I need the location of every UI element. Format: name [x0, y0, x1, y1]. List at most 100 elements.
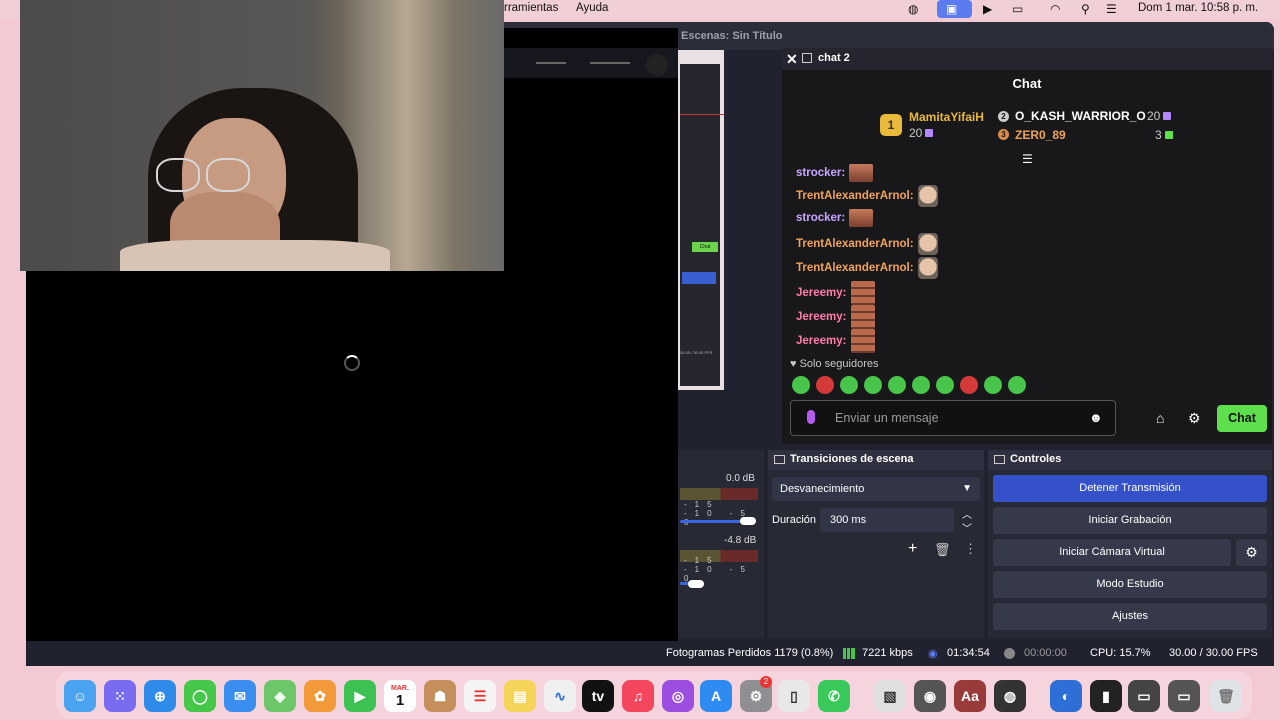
- obs-icon[interactable]: ◍: [994, 680, 1026, 712]
- screen-record-icon[interactable]: ▣: [946, 2, 957, 16]
- iphone-mirroring-icon[interactable]: ▯: [778, 680, 810, 712]
- folder-stack-icon[interactable]: ▮: [1090, 680, 1122, 712]
- chat-username[interactable]: Jereemy:: [796, 311, 847, 323]
- downloads-globe-icon[interactable]: ◐: [1050, 680, 1082, 712]
- launchpad-icon[interactable]: ⁙: [104, 680, 136, 712]
- stop-streaming-button[interactable]: Detener Transmisión: [993, 475, 1267, 502]
- leader-second-name[interactable]: O_KASH_WARRIOR_O: [1015, 109, 1146, 123]
- microphone-icon[interactable]: [807, 410, 815, 424]
- chat-message: Jereemy:: [796, 305, 875, 329]
- toolbar-avatar[interactable]: [646, 54, 668, 76]
- trash-icon[interactable]: 🗑: [1210, 680, 1242, 712]
- facetime-icon[interactable]: ▶: [344, 680, 376, 712]
- chat-username[interactable]: Jereemy:: [796, 335, 847, 347]
- control-center-icon[interactable]: ☰: [1106, 2, 1117, 16]
- battery-icon[interactable]: ▭: [1012, 2, 1023, 16]
- reminders-icon[interactable]: ☰: [464, 680, 496, 712]
- stream-icon: ◉: [928, 648, 938, 660]
- chat-input-box[interactable]: Enviar un mensaje ☻: [790, 400, 1116, 436]
- emote-icon[interactable]: [816, 376, 834, 394]
- freeform-icon[interactable]: ∿: [544, 680, 576, 712]
- more-icon[interactable]: ⋮: [964, 541, 977, 557]
- emote-icon[interactable]: [912, 376, 930, 394]
- emote-icon[interactable]: [888, 376, 906, 394]
- store-icon[interactable]: ⌂: [1156, 410, 1164, 426]
- app-store-icon[interactable]: A: [700, 680, 732, 712]
- screen-capture-icon[interactable]: ◉: [914, 680, 946, 712]
- mail-icon[interactable]: ✉: [224, 680, 256, 712]
- screenshot-stack-icon[interactable]: ▭: [1168, 680, 1200, 712]
- leader-first-name[interactable]: MamitaYifaiH: [909, 110, 984, 124]
- wifi-icon[interactable]: ◠: [1050, 2, 1060, 16]
- music-icon[interactable]: ♫: [622, 680, 654, 712]
- duration-label: Duración: [772, 514, 817, 526]
- chat-input-placeholder[interactable]: Enviar un mensaje: [835, 411, 939, 425]
- chat-username[interactable]: strocker:: [796, 212, 845, 224]
- audio-level-1: 0.0 dB: [726, 473, 755, 484]
- emote-icon[interactable]: [1008, 376, 1026, 394]
- safari-icon[interactable]: ⊕: [144, 680, 176, 712]
- emote-icon[interactable]: [960, 376, 978, 394]
- chat-username[interactable]: Jereemy:: [796, 287, 847, 299]
- gear-icon[interactable]: ⚙: [1236, 539, 1267, 566]
- studio-mode-button[interactable]: Modo Estudio: [993, 571, 1267, 598]
- messages-icon[interactable]: ◯: [184, 680, 216, 712]
- podcasts-icon[interactable]: ◎: [662, 680, 694, 712]
- emote-icon[interactable]: [936, 376, 954, 394]
- settings-button[interactable]: Ajustes: [993, 603, 1267, 630]
- chat-username[interactable]: TrentAlexanderArnol:: [796, 238, 914, 250]
- preview-icon[interactable]: ▧: [874, 680, 906, 712]
- emote-icon: [849, 209, 874, 227]
- volume-knob-1[interactable]: [740, 517, 756, 525]
- window-title: Escenas: Sin Título: [681, 30, 783, 42]
- popout-icon[interactable]: [802, 53, 812, 63]
- contacts-icon[interactable]: ☗: [424, 680, 456, 712]
- transition-select[interactable]: Desvanecimiento ▼: [772, 477, 980, 501]
- audio-ticks-2: -15 -10 -5 0: [684, 556, 753, 583]
- whatsapp-icon[interactable]: ✆: [818, 680, 850, 712]
- menu-ayuda[interactable]: Ayuda: [576, 2, 608, 14]
- calendar-icon[interactable]: MAR. 1: [384, 680, 416, 712]
- apple-tv-icon[interactable]: tv: [582, 680, 614, 712]
- volume-knob-2[interactable]: [688, 580, 704, 588]
- emote-icon[interactable]: [792, 376, 810, 394]
- emote-icon: [850, 329, 875, 353]
- menu-herramientas[interactable]: rramientas: [504, 2, 558, 14]
- notes-icon[interactable]: ▤: [504, 680, 536, 712]
- emote-face-icon: [917, 233, 938, 255]
- chevron-down-icon[interactable]: ﹀: [962, 520, 972, 535]
- chevron-up-icon[interactable]: ︿: [962, 506, 972, 521]
- add-icon[interactable]: +: [908, 540, 917, 558]
- duration-input[interactable]: 300 ms: [820, 508, 954, 532]
- stream-time: 01:34:54: [947, 647, 990, 659]
- chat-username[interactable]: TrentAlexanderArnol:: [796, 262, 914, 274]
- nested-chat-button: Chat: [692, 242, 718, 252]
- expand-leaderboard-icon[interactable]: ☰: [1022, 152, 1033, 166]
- chat-send-button[interactable]: Chat: [1217, 405, 1267, 432]
- trash-icon[interactable]: 🗑: [934, 542, 951, 558]
- emoji-icon[interactable]: ☻: [1089, 410, 1103, 425]
- menu-clock[interactable]: Dom 1 mar. 10:58 p. m.: [1138, 2, 1258, 14]
- creative-cloud-icon[interactable]: ◍: [908, 2, 918, 16]
- chat-username[interactable]: strocker:: [796, 167, 845, 179]
- rank-2-icon: 2: [998, 111, 1009, 122]
- start-virtual-camera-button[interactable]: Iniciar Cámara Virtual: [993, 539, 1231, 566]
- chevron-down-icon: ▼: [962, 483, 972, 494]
- photos-icon[interactable]: ✿: [304, 680, 336, 712]
- leader-third-name[interactable]: ZER0_89: [1015, 128, 1066, 142]
- emote-icon[interactable]: [984, 376, 1002, 394]
- dictionary-icon[interactable]: Aa: [954, 680, 986, 712]
- emote-icon[interactable]: [864, 376, 882, 394]
- gear-icon[interactable]: ⚙: [1188, 410, 1201, 427]
- finder-icon[interactable]: ☺: [64, 680, 96, 712]
- maps-icon[interactable]: ◈: [264, 680, 296, 712]
- screenshot-stack-icon[interactable]: ▭: [1128, 680, 1160, 712]
- close-icon[interactable]: ✕: [786, 51, 798, 68]
- emote-icon: [850, 305, 875, 329]
- search-icon[interactable]: ⚲: [1081, 2, 1090, 16]
- start-recording-button[interactable]: Iniciar Grabación: [993, 507, 1267, 534]
- emote-icon[interactable]: [840, 376, 858, 394]
- play-icon[interactable]: ▶: [983, 2, 992, 16]
- chat-username[interactable]: TrentAlexanderArnol:: [796, 190, 914, 202]
- panel-header: Controles: [988, 450, 1272, 470]
